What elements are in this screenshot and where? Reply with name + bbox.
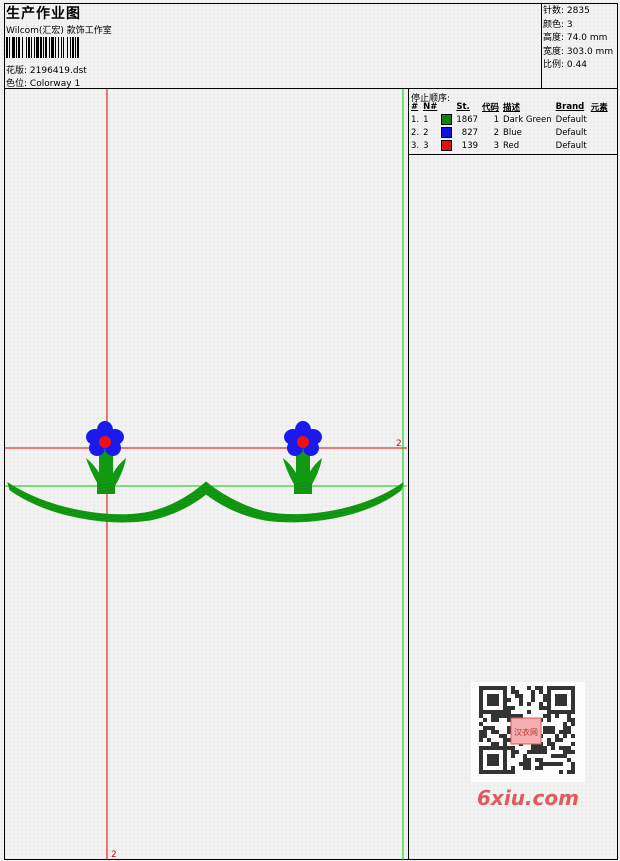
flower-center bbox=[99, 436, 111, 448]
flower-center bbox=[297, 436, 309, 448]
marker-horizontal-label: 2 bbox=[396, 439, 402, 449]
watermark-logo: 6xiu.com bbox=[477, 786, 579, 810]
qr-center-text: 汉衣网 bbox=[514, 727, 538, 737]
worksheet: 生产作业图 Wilcom(汇宏) 款饰工作室 花版: 2196419.dst 色… bbox=[0, 0, 620, 861]
flower-base bbox=[97, 482, 115, 494]
watermark: 汉衣网 6xiu.com bbox=[471, 682, 585, 810]
flower-right bbox=[283, 421, 322, 494]
qr-code: 汉衣网 bbox=[471, 682, 585, 782]
flower-base bbox=[294, 482, 312, 494]
marker-vertical-label: 2 bbox=[111, 850, 117, 860]
scallop-border bbox=[7, 481, 404, 523]
flower-left bbox=[86, 421, 126, 494]
